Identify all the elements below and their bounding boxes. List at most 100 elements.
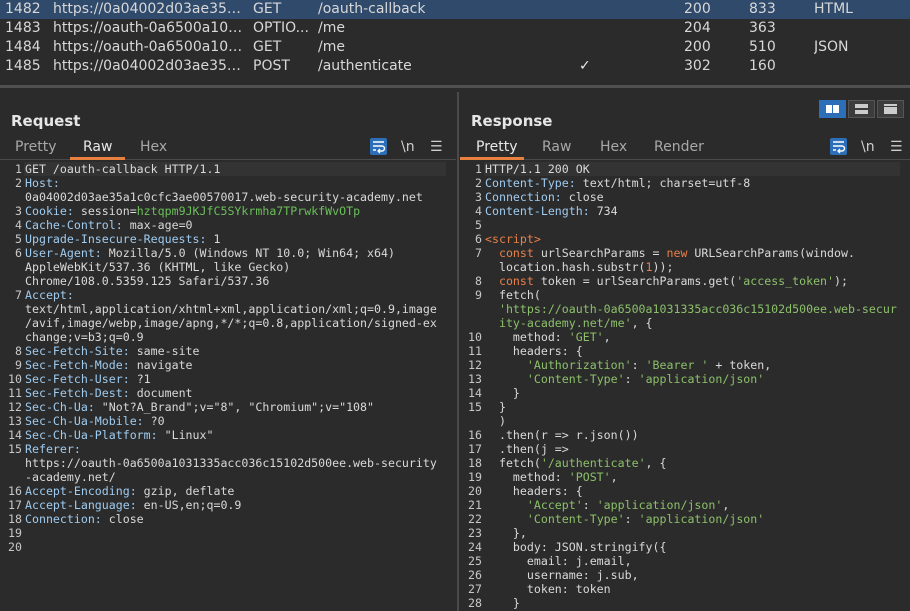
code-line: .then(r => r.json()) (485, 428, 906, 442)
code-token: Sec-Ch-Ua: (25, 400, 102, 414)
code-token: 'Content-Type' (526, 372, 625, 386)
code-token: Content-Length: (485, 204, 597, 218)
line-number: 2 (15, 176, 22, 190)
code-token: , { (631, 316, 653, 330)
layout-toggle-group (819, 100, 907, 118)
code-token: hztqpm9JKJfC5SYkrmha7TPrwkfWvOTp (136, 204, 361, 218)
response-editor[interactable]: 1 HTTP/1.1 200 OK 2 Content-Type: text/html… (460, 162, 910, 611)
code-token: , (722, 498, 730, 512)
code-line: const urlSearchParams = new URLSearchPar… (485, 246, 906, 260)
line-number: 6 (475, 232, 482, 246)
code-token: method: (485, 330, 569, 344)
line-number: 3 (15, 204, 22, 218)
code-token: en-US,en;q=0.9 (143, 498, 242, 512)
line-number: 16 (8, 484, 22, 498)
code-line: headers: { (485, 484, 906, 498)
request-tabbar: Pretty Raw Hex \n ☰ (0, 136, 456, 160)
code-token: -academy.net/ (25, 470, 116, 484)
line-number: 14 (468, 386, 482, 400)
request-editor[interactable]: 1 GET /oauth-callback HTTP/1.1 2 Host: 0a040… (0, 162, 456, 611)
tab-hex[interactable]: Hex (140, 139, 167, 155)
line-number: 9 (15, 358, 22, 372)
active-tab-underline (460, 157, 524, 160)
http-history-table: 1482 https://0a04002d03ae35a1c... GET /o… (0, 0, 910, 80)
row-status: 200 (684, 1, 711, 17)
word-wrap-icon[interactable] (370, 138, 387, 155)
layout-stacked-icon[interactable] (848, 100, 875, 118)
history-row[interactable]: 1483 https://oauth-0a6500a1031... OPTIO.… (0, 19, 910, 38)
code-line: 'Content-Type': 'application/json' (485, 372, 906, 386)
burp-proxy-window: 1482 https://0a04002d03ae35a1c... GET /o… (0, 0, 910, 611)
code-token: 'GET' (568, 330, 604, 344)
line-number: 22 (468, 512, 482, 526)
code-line: method: 'GET', (485, 330, 906, 344)
code-line: Content-Type: text/html; charset=utf-8 (485, 176, 906, 190)
code-token: Referer: (25, 442, 81, 456)
code-token: Accept-Encoding: (25, 484, 144, 498)
menu-icon[interactable]: ☰ (890, 139, 903, 155)
history-row[interactable]: 1484 https://oauth-0a6500a1031... GET /m… (0, 38, 910, 57)
code-token: headers: { (485, 344, 583, 358)
menu-icon[interactable]: ☰ (430, 139, 443, 155)
code-token: , { (645, 456, 667, 470)
code-token: token = urlSearchParams.get( (540, 274, 737, 288)
code-token: ); (834, 274, 848, 288)
tab-render[interactable]: Render (654, 139, 704, 155)
code-line: body: JSON.stringify({ (485, 540, 906, 554)
code-token: 'application/json' (596, 498, 723, 512)
layout-side-by-side-icon[interactable] (819, 100, 846, 118)
code-line: email: j.email, (485, 554, 906, 568)
layout-tabs-icon[interactable] (877, 100, 904, 118)
code-token: 'access_token' (736, 274, 835, 288)
code-line: } (485, 400, 906, 414)
row-mime: HTML (814, 1, 853, 17)
row-host: https://oauth-0a6500a1031... (53, 39, 246, 55)
code-token: Content-Type: (485, 176, 583, 190)
pane-splitter-vertical[interactable] (457, 92, 459, 611)
line-number: 3 (475, 190, 482, 204)
code-line: Sec-Fetch-Dest: document (25, 386, 452, 400)
code-token: token: token (485, 582, 611, 596)
code-token: 'POST' (568, 470, 611, 484)
tab-pretty[interactable]: Pretty (476, 139, 518, 155)
code-line: location.hash.substr(1)); (485, 260, 906, 274)
code-token: Sec-Fetch-User: (25, 372, 137, 386)
code-line: 'https://oauth-0a6500a1031335acc036c1510… (485, 302, 906, 316)
code-token: max-age=0 (129, 218, 193, 232)
tab-hex[interactable]: Hex (600, 139, 627, 155)
code-token: Mozilla/5.0 (Windows NT 10.0; Win64; x64… (108, 246, 395, 260)
code-line: .then(j => (485, 442, 906, 456)
line-number: 9 (475, 288, 482, 302)
code-line: Sec-Ch-Ua-Mobile: ?0 (25, 414, 452, 428)
line-number: 10 (468, 330, 482, 344)
code-token: fetch( (485, 456, 541, 470)
tab-raw[interactable]: Raw (542, 139, 571, 155)
code-token: Connection: (25, 512, 109, 526)
tab-pretty[interactable]: Pretty (15, 139, 57, 155)
line-number: 4 (15, 218, 22, 232)
line-number: 13 (468, 372, 482, 386)
history-row[interactable]: 1482 https://0a04002d03ae35a1c... GET /o… (0, 0, 910, 19)
line-number: 18 (468, 456, 482, 470)
line-number: 14 (8, 428, 22, 442)
row-host: https://0a04002d03ae35a1c... (53, 1, 246, 17)
pane-splitter-horizontal[interactable] (0, 85, 910, 88)
code-line: headers: { (485, 344, 906, 358)
line-number: 1 (475, 162, 482, 176)
line-number: 13 (8, 414, 22, 428)
show-newlines-button[interactable]: \n (861, 139, 875, 155)
row-method: GET (253, 1, 282, 17)
word-wrap-icon[interactable] (830, 138, 847, 155)
line-number: 11 (8, 386, 22, 400)
show-newlines-button[interactable]: \n (401, 139, 415, 155)
code-token: navigate (136, 358, 193, 372)
code-token: method: (485, 470, 569, 484)
line-number: 8 (475, 274, 482, 288)
row-length: 510 (749, 39, 776, 55)
code-line: fetch('/authenticate', { (485, 456, 906, 470)
history-row[interactable]: 1485 https://0a04002d03ae35a1c... POST /… (0, 57, 910, 76)
code-line: username: j.sub, (485, 568, 906, 582)
code-token: const (485, 246, 541, 260)
tab-raw[interactable]: Raw (83, 139, 112, 155)
code-token: headers: { (485, 484, 583, 498)
